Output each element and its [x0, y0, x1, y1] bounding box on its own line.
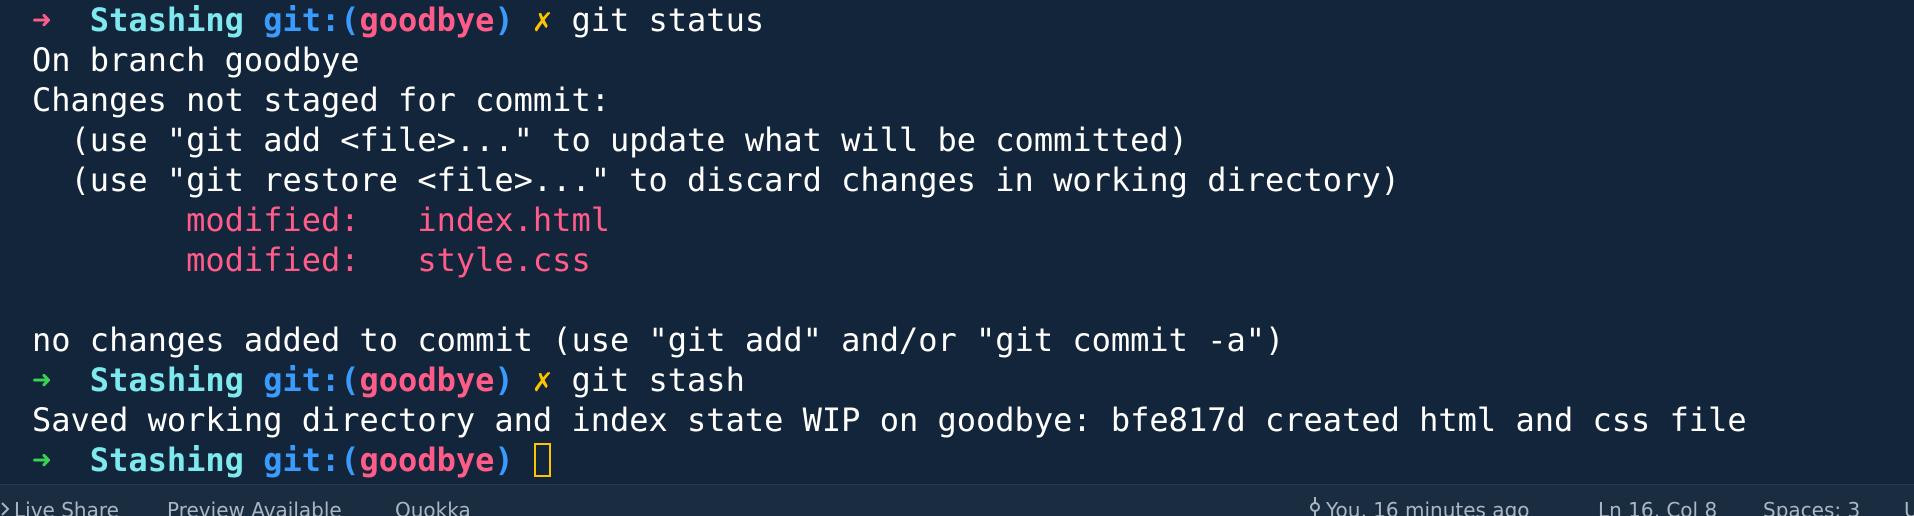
prompt-dir: Stashing [89, 1, 244, 39]
prompt-git-label: git:( [263, 441, 360, 479]
indentation-item[interactable]: Spaces: 3 [1763, 494, 1860, 516]
prompt-git-close: ) [494, 361, 514, 399]
output-line: Saved working directory and index state … [32, 401, 1747, 439]
output-line: On branch goodbye [32, 41, 360, 79]
command-text: git stash [571, 361, 745, 399]
terminal-panel[interactable]: ➜ Stashing git:(goodbye) ✗ git status On… [0, 0, 1914, 484]
prompt-line-3[interactable]: ➜ Stashing git:(goodbye) [32, 440, 1914, 480]
git-blame-item[interactable]: You, 16 minutes ago [1308, 494, 1530, 516]
status-bar-overflow-item[interactable]: U [1904, 494, 1914, 516]
prompt-git-close: ) [494, 441, 514, 479]
prompt-dir: Stashing [89, 361, 244, 399]
output-line: Changes not staged for commit: [32, 81, 610, 119]
prompt-dirty-mark: ✗ [532, 1, 553, 39]
modified-file-line: modified: style.css [32, 240, 1914, 280]
cursor-position-item[interactable]: Ln 16, Col 8 [1598, 494, 1717, 516]
commit-icon [1308, 494, 1322, 516]
prompt-line-1: ➜ Stashing git:(goodbye) ✗ git status [32, 0, 1914, 40]
prompt-dir: Stashing [89, 441, 244, 479]
live-share-item[interactable]: Live Share [0, 494, 119, 516]
prompt-branch: goodbye [359, 1, 495, 39]
output-line: (use "git add <file>..." to update what … [32, 121, 1188, 159]
terminal-cursor [533, 443, 551, 477]
git-blame-label: You, 16 minutes ago [1326, 498, 1530, 516]
live-share-label: Live Share [14, 498, 119, 516]
prompt-arrow: ➜ [32, 361, 52, 399]
modified-file: style.css [417, 241, 591, 279]
prompt-git-label: git:( [263, 361, 360, 399]
modified-label: modified: [186, 241, 360, 279]
prompt-branch: goodbye [359, 441, 495, 479]
live-share-icon [0, 494, 10, 516]
preview-item[interactable]: Preview Available [167, 494, 342, 516]
prompt-arrow: ➜ [32, 441, 52, 479]
status-bar: Live Share Preview Available Quokka You,… [0, 484, 1914, 516]
output-line: no changes added to commit (use "git add… [32, 321, 1285, 359]
prompt-git-close: ) [494, 1, 514, 39]
prompt-git-label: git:( [263, 1, 360, 39]
modified-file-line: modified: index.html [32, 200, 1914, 240]
prompt-arrow: ➜ [32, 1, 52, 39]
prompt-branch: goodbye [359, 361, 495, 399]
modified-file: index.html [417, 201, 610, 239]
prompt-line-2: ➜ Stashing git:(goodbye) ✗ git stash [32, 360, 1914, 400]
quokka-item[interactable]: Quokka [395, 494, 471, 516]
modified-label: modified: [186, 201, 360, 239]
output-line: (use "git restore <file>..." to discard … [32, 161, 1400, 199]
prompt-dirty-mark: ✗ [532, 361, 553, 399]
command-text: git status [571, 1, 765, 39]
